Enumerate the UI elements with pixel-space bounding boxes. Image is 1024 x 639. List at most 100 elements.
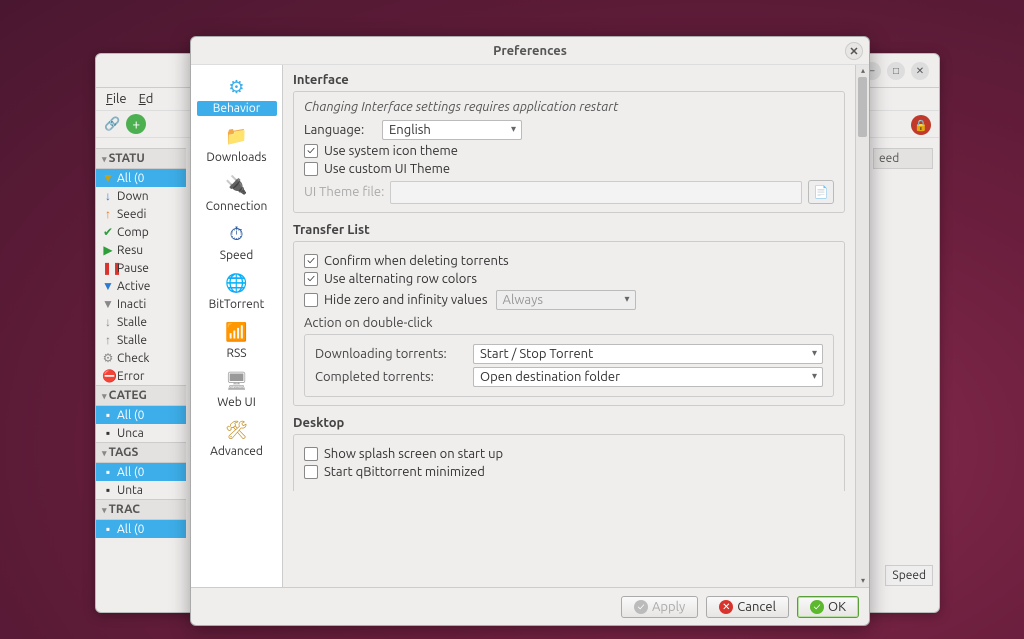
sidebar-item-label: Unca — [117, 427, 144, 440]
category-label: Web UI — [197, 395, 277, 410]
language-label: Language: — [304, 123, 374, 137]
category-rss[interactable]: 📶RSS — [197, 316, 277, 363]
splash-screen-checkbox[interactable]: Show splash screen on start up — [304, 447, 834, 461]
filter-icon: ⛔ — [102, 369, 114, 383]
behavior-icon: ⚙ — [223, 73, 251, 101]
sidebar-item[interactable]: ❚❚Pause — [96, 259, 186, 277]
sidebar-item[interactable]: ↓Down — [96, 187, 186, 205]
dialog-titlebar: Preferences ✕ — [191, 37, 869, 65]
sidebar-item[interactable]: ▪All (0 — [96, 406, 186, 424]
settings-scrollbar[interactable]: ▴ ▾ — [855, 65, 869, 587]
menu-edit[interactable]: Ed — [139, 92, 154, 106]
menu-file[interactable]: File — [106, 92, 127, 106]
category-label: BitTorrent — [197, 297, 277, 312]
sidebar-item-label: All (0 — [117, 466, 144, 479]
ui-theme-browse-button: 📄 — [808, 180, 834, 204]
cancel-icon: ✕ — [719, 600, 733, 614]
lock-icon[interactable]: 🔒 — [911, 115, 931, 135]
category-webui[interactable]: 🖥Web UI — [197, 365, 277, 412]
open-torrent-icon[interactable]: 🔗 — [104, 117, 120, 132]
filter-icon: ▼ — [102, 171, 114, 185]
sidebar-tags-header[interactable]: TAGS — [96, 442, 186, 463]
category-downloads[interactable]: 📁Downloads — [197, 120, 277, 167]
checkbox-icon — [304, 465, 318, 479]
scroll-down-icon[interactable]: ▾ — [858, 576, 868, 586]
double-click-title: Action on double-click — [304, 316, 834, 330]
checkbox-icon — [304, 293, 318, 307]
sidebar-item[interactable]: ▶Resu — [96, 241, 186, 259]
sidebar-item[interactable]: ▼Active — [96, 277, 186, 295]
dialog-close-button[interactable]: ✕ — [845, 42, 863, 60]
hide-zero-checkbox[interactable]: Hide zero and infinity values — [304, 293, 488, 307]
use-custom-ui-theme-checkbox[interactable]: Use custom UI Theme — [304, 162, 834, 176]
alternating-rows-checkbox[interactable]: Use alternating row colors — [304, 272, 834, 286]
use-system-icon-theme-checkbox[interactable]: Use system icon theme — [304, 144, 834, 158]
speed-column-header[interactable]: eed — [873, 148, 933, 169]
settings-pane: Interface Changing Interface settings re… — [283, 65, 869, 587]
desktop-group: Desktop Show splash screen on start up S… — [293, 416, 845, 491]
ui-theme-file-input — [390, 181, 802, 204]
category-connection[interactable]: 🔌Connection — [197, 169, 277, 216]
filter-icon: ↑ — [102, 207, 114, 221]
filter-icon: ↓ — [102, 189, 114, 203]
category-label: Advanced — [197, 444, 277, 459]
sidebar-item[interactable]: ▪All (0 — [96, 463, 186, 481]
sidebar-status-header[interactable]: STATU — [96, 148, 186, 169]
ui-theme-file-label: UI Theme file: — [304, 185, 384, 199]
connection-icon: 🔌 — [223, 171, 251, 199]
downloading-action-combo[interactable]: Start / Stop Torrent — [473, 344, 823, 364]
sidebar-item-label: All (0 — [117, 523, 144, 536]
cancel-button[interactable]: ✕ Cancel — [706, 596, 789, 618]
completed-action-combo[interactable]: Open destination folder — [473, 367, 823, 387]
sidebar-item[interactable]: ⚙Check — [96, 349, 186, 367]
downloading-torrents-label: Downloading torrents: — [315, 347, 465, 361]
sidebar-trackers-header[interactable]: TRAC — [96, 499, 186, 520]
advanced-icon: 🛠 — [223, 416, 251, 444]
ok-button[interactable]: ✓ OK — [797, 596, 859, 618]
confirm-delete-checkbox[interactable]: Confirm when deleting torrents — [304, 254, 834, 268]
sidebar-item[interactable]: ▪Unta — [96, 481, 186, 499]
sidebar-item-label: Pause — [117, 262, 149, 275]
sidebar-item[interactable]: ▼Inacti — [96, 295, 186, 313]
sidebar-item[interactable]: ↑Stalle — [96, 331, 186, 349]
category-label: RSS — [197, 346, 277, 361]
sidebar-item-label: Stalle — [117, 316, 147, 329]
filter-icon: ✔ — [102, 225, 114, 239]
sidebar-item[interactable]: ↑Seedi — [96, 205, 186, 223]
checkbox-icon — [304, 447, 318, 461]
checkbox-icon — [304, 272, 318, 286]
maximize-button[interactable]: □ — [887, 62, 905, 80]
folder-icon: ▪ — [102, 522, 114, 536]
category-advanced[interactable]: 🛠Advanced — [197, 414, 277, 461]
close-main-button[interactable]: ✕ — [911, 62, 929, 80]
sidebar-categories-header[interactable]: CATEG — [96, 385, 186, 406]
start-minimized-checkbox[interactable]: Start qBittorrent minimized — [304, 465, 834, 479]
apply-icon: ✓ — [634, 600, 648, 614]
scrollbar-thumb[interactable] — [858, 77, 867, 137]
sidebar-item[interactable]: ▼All (0 — [96, 169, 186, 187]
sidebar-item[interactable]: ▪Unca — [96, 424, 186, 442]
webui-icon: 🖥 — [223, 367, 251, 395]
rss-icon: 📶 — [223, 318, 251, 346]
sidebar-item[interactable]: ⛔Error — [96, 367, 186, 385]
category-speed[interactable]: ⏱Speed — [197, 218, 277, 265]
sidebar-item[interactable]: ↓Stalle — [96, 313, 186, 331]
language-combo[interactable]: English — [382, 120, 522, 140]
sidebar-item-label: All (0 — [117, 409, 144, 422]
sidebar-item[interactable]: ▪All (0 — [96, 520, 186, 538]
sidebar-item-label: Unta — [117, 484, 143, 497]
checkbox-icon — [304, 162, 318, 176]
sidebar-item[interactable]: ✔Comp — [96, 223, 186, 241]
filter-icon: ↑ — [102, 333, 114, 347]
speed-graph-button[interactable]: Speed — [885, 565, 933, 586]
scroll-up-icon[interactable]: ▴ — [858, 66, 868, 76]
dialog-footer: ✓ Apply ✕ Cancel ✓ OK — [191, 587, 869, 625]
category-behavior[interactable]: ⚙Behavior — [197, 71, 277, 118]
category-bittorrent[interactable]: 🌐BitTorrent — [197, 267, 277, 314]
folder-icon: ▪ — [102, 408, 114, 422]
bittorrent-icon: 🌐 — [223, 269, 251, 297]
add-torrent-button[interactable]: + — [126, 114, 146, 134]
hide-zero-mode-combo: Always — [496, 290, 636, 310]
sidebar-item-label: Check — [117, 352, 149, 365]
downloads-icon: 📁 — [223, 122, 251, 150]
